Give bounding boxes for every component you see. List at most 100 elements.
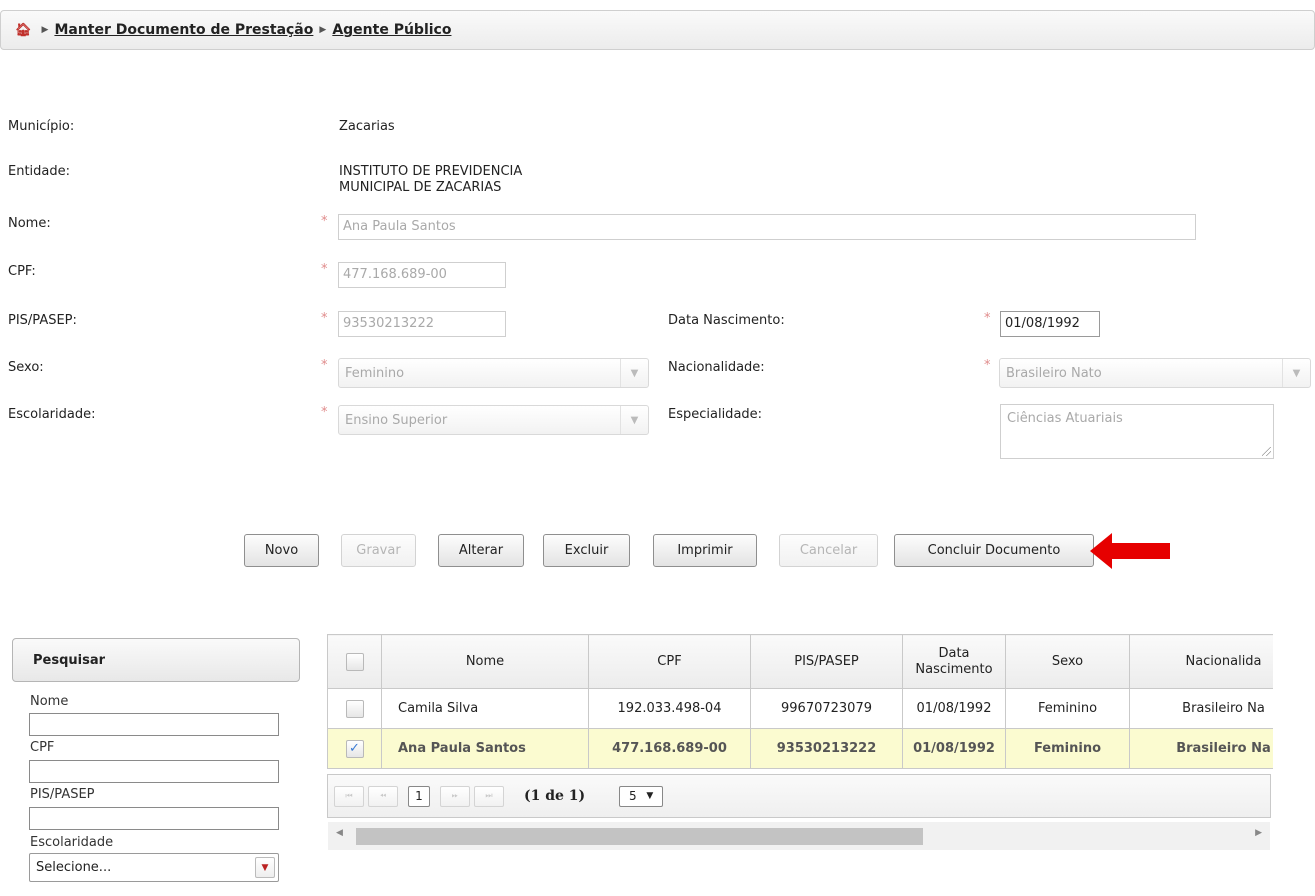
nacionalidade-select[interactable]: Brasileiro Nato ▼ bbox=[999, 358, 1311, 388]
sexo-select-value: Feminino bbox=[345, 366, 405, 381]
entidade-value-line1: INSTITUTO DE PREVIDENCIA bbox=[339, 164, 523, 179]
header-data-line1: Data bbox=[938, 645, 970, 661]
nome-label: Nome: bbox=[8, 216, 51, 231]
row-checkbox[interactable] bbox=[345, 699, 364, 718]
cell-cpf: 477.168.689-00 bbox=[588, 728, 751, 769]
header-sexo[interactable]: Sexo bbox=[1005, 634, 1130, 689]
chevron-down-icon[interactable]: ▼ bbox=[620, 359, 648, 387]
required-mark: * bbox=[321, 358, 328, 373]
cell-pis: 93530213222 bbox=[750, 728, 903, 769]
required-mark: * bbox=[321, 311, 328, 326]
search-pis-input[interactable] bbox=[29, 807, 279, 830]
alterar-button[interactable]: Alterar bbox=[438, 534, 524, 567]
chevron-right-icon: ▶ bbox=[319, 25, 327, 35]
cell-pis: 99670723079 bbox=[750, 688, 903, 729]
row-checkbox-checked[interactable]: ✓ bbox=[345, 739, 364, 758]
entidade-value-line2: MUNICIPAL DE ZACARIAS bbox=[339, 180, 502, 195]
excluir-button[interactable]: Excluir bbox=[543, 534, 630, 567]
search-cpf-input[interactable] bbox=[29, 760, 279, 783]
search-escolaridade-select[interactable]: Selecione... ▼ bbox=[29, 853, 279, 882]
chevron-right-icon: ▶ bbox=[41, 25, 49, 35]
data-nascimento-label: Data Nascimento: bbox=[668, 313, 785, 328]
table-row-selected[interactable]: ✓ Ana Paula Santos 477.168.689-00 935302… bbox=[327, 728, 1273, 769]
required-mark: * bbox=[321, 262, 328, 277]
data-nascimento-field[interactable]: 01/08/1992 bbox=[1000, 311, 1100, 337]
search-escolaridade-label: Escolaridade bbox=[30, 835, 114, 850]
scrollbar-thumb[interactable] bbox=[356, 828, 923, 845]
header-data-nascimento[interactable]: Data Nascimento bbox=[902, 634, 1006, 689]
next-page-icon[interactable]: ⏩︎ bbox=[440, 785, 470, 807]
breadcrumb-link-documento[interactable]: Manter Documento de Prestação bbox=[54, 22, 313, 38]
required-mark: * bbox=[984, 358, 991, 373]
cancelar-button[interactable]: Cancelar bbox=[779, 534, 878, 567]
escolaridade-label: Escolaridade: bbox=[8, 407, 96, 422]
first-page-icon[interactable]: ⏮︎ bbox=[334, 785, 364, 807]
cell-nacionalidade: Brasileiro Na bbox=[1129, 688, 1273, 729]
home-icon[interactable]: 🏠︎ bbox=[15, 23, 32, 38]
header-pis[interactable]: PIS/PASEP bbox=[750, 634, 903, 689]
pis-label: PIS/PASEP: bbox=[8, 313, 77, 328]
escolaridade-select-value: Ensino Superior bbox=[345, 413, 448, 428]
sexo-label: Sexo: bbox=[8, 360, 44, 375]
cell-data: 01/08/1992 bbox=[902, 688, 1006, 729]
page-number[interactable]: 1 bbox=[408, 785, 430, 807]
cpf-label: CPF: bbox=[8, 264, 36, 279]
rows-per-page-select[interactable]: 5 ▼ bbox=[619, 785, 664, 807]
municipio-label: Município: bbox=[8, 119, 75, 134]
search-nome-label: Nome bbox=[30, 694, 69, 709]
last-page-icon[interactable]: ⏭︎ bbox=[474, 785, 504, 807]
search-pis-label: PIS/PASEP bbox=[30, 787, 95, 802]
horizontal-scrollbar[interactable]: ◀ ▶ bbox=[328, 822, 1270, 850]
required-mark: * bbox=[321, 405, 328, 420]
table-row[interactable]: Camila Silva 192.033.498-04 99670723079 … bbox=[327, 688, 1273, 729]
required-mark: * bbox=[984, 311, 991, 326]
header-nome[interactable]: Nome bbox=[381, 634, 589, 689]
cell-cpf: 192.033.498-04 bbox=[588, 688, 751, 729]
municipio-value: Zacarias bbox=[339, 119, 395, 134]
nome-field[interactable]: Ana Paula Santos bbox=[338, 214, 1196, 240]
search-panel-header[interactable]: Pesquisar bbox=[12, 638, 300, 682]
cpf-field[interactable]: 477.168.689-00 bbox=[338, 262, 506, 288]
especialidade-textarea-value: Ciências Atuariais bbox=[1007, 411, 1123, 426]
header-cpf[interactable]: CPF bbox=[588, 634, 751, 689]
sexo-select[interactable]: Feminino ▼ bbox=[338, 358, 649, 388]
escolaridade-select[interactable]: Ensino Superior ▼ bbox=[338, 405, 649, 435]
header-nacionalidade[interactable]: Nacionalida bbox=[1129, 634, 1273, 689]
paginator: ⏮︎ ⏪︎ 1 ⏩︎ ⏭︎ (1 de 1) 5 ▼ bbox=[327, 774, 1271, 818]
header-select-all[interactable] bbox=[327, 634, 382, 689]
gravar-button[interactable]: Gravar bbox=[341, 534, 416, 567]
scroll-right-icon[interactable]: ▶ bbox=[1255, 828, 1262, 838]
cell-sexo: Feminino bbox=[1005, 688, 1130, 729]
especialidade-textarea[interactable]: Ciências Atuariais bbox=[1000, 404, 1274, 459]
especialidade-label: Especialidade: bbox=[668, 407, 763, 422]
breadcrumb: 🏠︎ ▶ Manter Documento de Prestação ▶ Age… bbox=[0, 10, 1315, 50]
novo-button[interactable]: Novo bbox=[244, 534, 319, 567]
entidade-label: Entidade: bbox=[8, 164, 71, 179]
grid-header-row: Nome CPF PIS/PASEP Data Nascimento Sexo … bbox=[327, 634, 1273, 689]
cell-nome: Ana Paula Santos bbox=[381, 728, 589, 769]
cell-nome: Camila Silva bbox=[381, 688, 589, 729]
chevron-down-icon[interactable]: ▼ bbox=[620, 406, 648, 434]
pis-field[interactable]: 93530213222 bbox=[338, 311, 506, 337]
red-arrow-icon bbox=[1090, 533, 1170, 569]
prev-page-icon[interactable]: ⏪︎ bbox=[368, 785, 398, 807]
scroll-left-icon[interactable]: ◀ bbox=[336, 828, 343, 838]
cell-sexo: Feminino bbox=[1005, 728, 1130, 769]
cell-nacionalidade: Brasileiro Na bbox=[1129, 728, 1273, 769]
cell-data: 01/08/1992 bbox=[902, 728, 1006, 769]
search-cpf-label: CPF bbox=[30, 740, 55, 755]
required-mark: * bbox=[321, 214, 328, 229]
imprimir-button[interactable]: Imprimir bbox=[653, 534, 757, 567]
nacionalidade-select-value: Brasileiro Nato bbox=[1006, 366, 1102, 381]
chevron-down-icon[interactable]: ▼ bbox=[255, 857, 275, 878]
search-nome-input[interactable] bbox=[29, 713, 279, 736]
search-escolaridade-value: Selecione... bbox=[36, 860, 112, 875]
page-info: (1 de 1) bbox=[524, 788, 586, 804]
concluir-documento-button[interactable]: Concluir Documento bbox=[894, 534, 1094, 567]
breadcrumb-link-agente[interactable]: Agente Público bbox=[332, 22, 451, 38]
resize-grip-icon[interactable] bbox=[1262, 447, 1271, 456]
nacionalidade-label: Nacionalidade: bbox=[668, 360, 765, 375]
chevron-down-icon[interactable]: ▼ bbox=[1282, 359, 1310, 387]
rows-per-page-value: 5 bbox=[629, 789, 637, 803]
select-all-checkbox[interactable] bbox=[345, 652, 364, 671]
